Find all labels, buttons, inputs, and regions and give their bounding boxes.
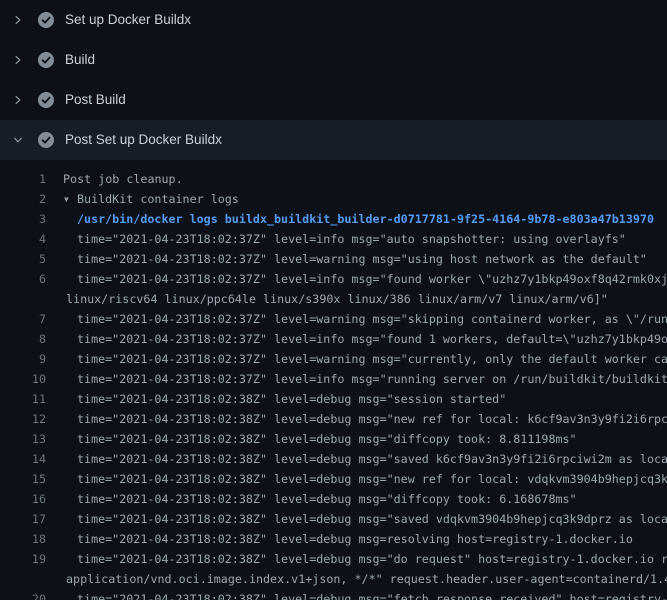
log-line: 17 time="2021-04-23T18:02:38Z" level=debu…	[0, 509, 667, 529]
log-output: 1 Post job cleanup. 2 ▼BuildKit container l…	[0, 160, 667, 600]
log-line-number[interactable]: 15	[0, 469, 46, 489]
log-text: time="2021-04-23T18:02:38Z" level=debug …	[77, 549, 667, 569]
log-line-number[interactable]: 13	[0, 429, 46, 449]
log-line: 2 ▼BuildKit container logs	[0, 189, 667, 209]
step-header-post-set-up-docker-buildx[interactable]: Post Set up Docker Buildx	[0, 120, 667, 160]
log-command-text: /usr/bin/docker logs buildx_buildkit_bui…	[77, 209, 654, 229]
log-text: time="2021-04-23T18:02:38Z" level=debug …	[77, 469, 667, 489]
check-circle-icon	[38, 12, 54, 28]
log-line: 20 time="2021-04-23T18:02:38Z" level=debu…	[0, 589, 667, 600]
log-text: time="2021-04-23T18:02:37Z" level=info m…	[77, 329, 667, 349]
chevron-right-icon	[12, 54, 24, 66]
log-line: 14 time="2021-04-23T18:02:38Z" level=debu…	[0, 449, 667, 469]
check-circle-icon	[38, 52, 54, 68]
log-line-number[interactable]: 1	[0, 169, 46, 189]
log-text: time="2021-04-23T18:02:38Z" level=debug …	[77, 529, 633, 549]
log-line: 3/usr/bin/docker logs buildx_buildkit_bu…	[0, 209, 667, 229]
log-text: time="2021-04-23T18:02:38Z" level=debug …	[77, 409, 667, 429]
log-line: 9 time="2021-04-23T18:02:37Z" level=warni…	[0, 349, 667, 369]
log-text: time="2021-04-23T18:02:38Z" level=debug …	[77, 589, 667, 600]
log-line-number[interactable]: 7	[0, 309, 46, 329]
log-line: 6 time="2021-04-23T18:02:37Z" level=info …	[0, 269, 667, 289]
check-circle-icon	[38, 132, 54, 148]
log-text: time="2021-04-23T18:02:37Z" level=warnin…	[77, 309, 667, 329]
log-line-number[interactable]: 3	[0, 209, 46, 229]
actions-log-viewer: Set up Docker BuildxBuildPost BuildPost …	[0, 0, 667, 600]
log-line: 10 time="2021-04-23T18:02:37Z" level=info…	[0, 369, 667, 389]
log-line: linux/riscv64 linux/ppc64le linux/s390x …	[0, 289, 667, 309]
log-line-number[interactable]: 18	[0, 529, 46, 549]
log-line: 16 time="2021-04-23T18:02:38Z" level=debu…	[0, 489, 667, 509]
log-text: time="2021-04-23T18:02:38Z" level=debug …	[77, 389, 506, 409]
log-line: 15 time="2021-04-23T18:02:38Z" level=debu…	[0, 469, 667, 489]
step-label: Post Set up Docker Buildx	[65, 120, 222, 160]
log-line: 1 Post job cleanup.	[0, 169, 667, 189]
step-list: Set up Docker BuildxBuildPost BuildPost …	[0, 0, 667, 160]
log-line-number[interactable]: 11	[0, 389, 46, 409]
log-text: time="2021-04-23T18:02:38Z" level=debug …	[77, 509, 667, 529]
step-header-post-build[interactable]: Post Build	[0, 80, 667, 120]
log-line: 18 time="2021-04-23T18:02:38Z" level=debu…	[0, 529, 667, 549]
log-line-number[interactable]: 17	[0, 509, 46, 529]
log-line: 8 time="2021-04-23T18:02:37Z" level=info …	[0, 329, 667, 349]
log-line-number[interactable]: 4	[0, 229, 46, 249]
log-line-number[interactable]: 6	[0, 269, 46, 289]
log-line: 19 time="2021-04-23T18:02:38Z" level=debu…	[0, 549, 667, 569]
log-line: 5 time="2021-04-23T18:02:37Z" level=warni…	[0, 249, 667, 269]
log-text: linux/riscv64 linux/ppc64le linux/s390x …	[66, 289, 608, 309]
log-text: application/vnd.oci.image.index.v1+json,…	[66, 569, 667, 589]
log-group-toggle-text[interactable]: BuildKit container logs	[77, 189, 239, 209]
log-text: Post job cleanup.	[63, 169, 183, 189]
log-line: 12 time="2021-04-23T18:02:38Z" level=debu…	[0, 409, 667, 429]
log-line-number[interactable]: 20	[0, 589, 46, 600]
log-text: time="2021-04-23T18:02:37Z" level=warnin…	[77, 249, 647, 269]
chevron-down-icon	[12, 134, 24, 146]
log-line: 11 time="2021-04-23T18:02:38Z" level=debu…	[0, 389, 667, 409]
log-line-number[interactable]: 8	[0, 329, 46, 349]
log-line: 4 time="2021-04-23T18:02:37Z" level=info …	[0, 229, 667, 249]
log-text: time="2021-04-23T18:02:37Z" level=warnin…	[77, 349, 667, 369]
step-label: Build	[65, 40, 95, 80]
log-line-number[interactable]: 2	[0, 189, 46, 209]
log-line-number[interactable]: 9	[0, 349, 46, 369]
step-label: Set up Docker Buildx	[65, 0, 191, 40]
triangle-down-icon: ▼	[64, 190, 77, 209]
log-line: 7 time="2021-04-23T18:02:37Z" level=warni…	[0, 309, 667, 329]
chevron-right-icon	[12, 94, 24, 106]
log-text: time="2021-04-23T18:02:38Z" level=debug …	[77, 489, 577, 509]
step-header-build[interactable]: Build	[0, 40, 667, 80]
log-line-number[interactable]: 12	[0, 409, 46, 429]
log-text: time="2021-04-23T18:02:37Z" level=info m…	[77, 229, 626, 249]
check-circle-icon	[38, 92, 54, 108]
chevron-right-icon	[12, 14, 24, 26]
step-header-set-up-docker-buildx[interactable]: Set up Docker Buildx	[0, 0, 667, 40]
log-text: time="2021-04-23T18:02:38Z" level=debug …	[77, 449, 667, 469]
log-line-number[interactable]: 14	[0, 449, 46, 469]
log-text: time="2021-04-23T18:02:37Z" level=info m…	[77, 369, 667, 389]
log-line: application/vnd.oci.image.index.v1+json,…	[0, 569, 667, 589]
step-label: Post Build	[65, 80, 126, 120]
log-line-number[interactable]: 16	[0, 489, 46, 509]
log-text: time="2021-04-23T18:02:37Z" level=info m…	[77, 269, 667, 289]
log-line-number[interactable]: 19	[0, 549, 46, 569]
log-line-number[interactable]: 10	[0, 369, 46, 389]
log-line: 13 time="2021-04-23T18:02:38Z" level=debu…	[0, 429, 667, 449]
log-text: time="2021-04-23T18:02:38Z" level=debug …	[77, 429, 577, 449]
log-line-number[interactable]: 5	[0, 249, 46, 269]
